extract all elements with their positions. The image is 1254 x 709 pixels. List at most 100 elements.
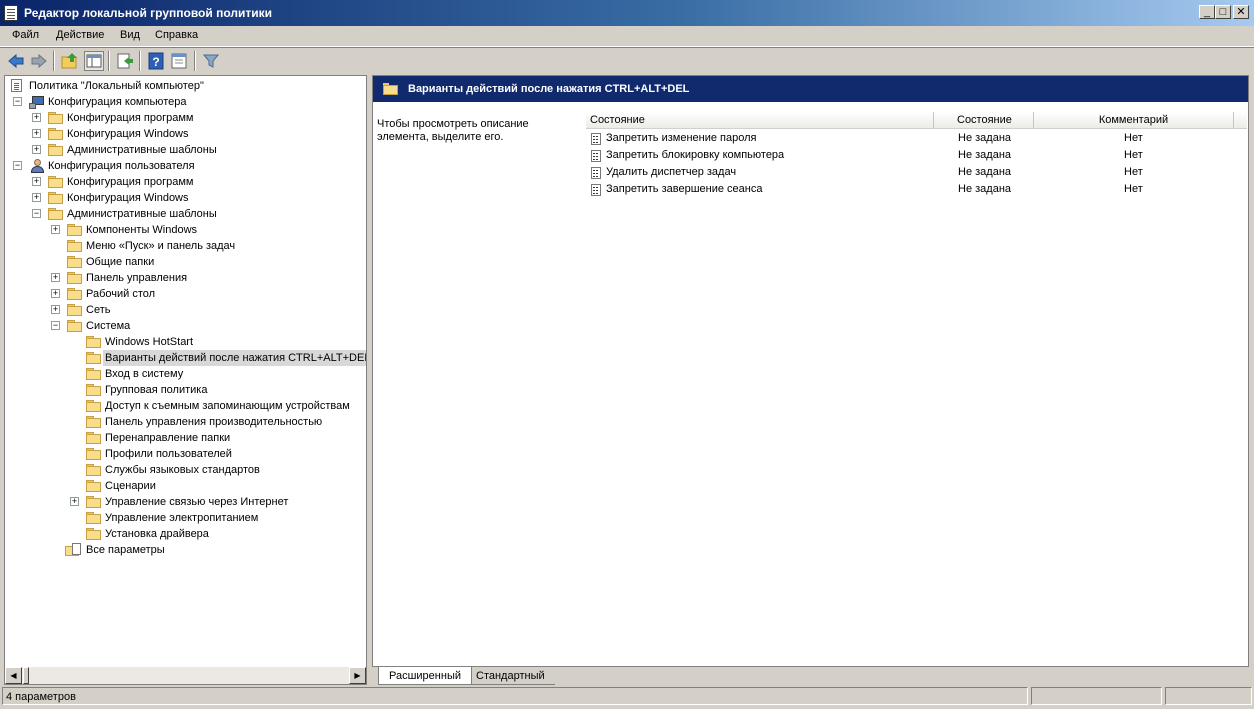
export-icon[interactable] (115, 51, 135, 71)
tree-label: Конфигурация компьютера (48, 96, 187, 108)
table-row[interactable]: Удалить диспетчер задач Не задана Нет (586, 164, 1247, 181)
folder-icon (86, 352, 102, 364)
tree-item-system-child[interactable]: Вход в систему (5, 366, 365, 382)
menu-file[interactable]: Файл (6, 29, 45, 41)
tree-item-root[interactable]: Политика "Локальный компьютер" (5, 78, 365, 94)
tree-item-control-panel[interactable]: + Панель управления (5, 270, 365, 286)
tree-item-uc-programs[interactable]: + Конфигурация программ (5, 174, 365, 190)
menu-action[interactable]: Действие (50, 29, 110, 41)
policy-name: Удалить диспетчер задач (606, 166, 737, 178)
tree-label: Политика "Локальный компьютер" (29, 80, 204, 92)
tab-standard[interactable]: Стандартный (466, 667, 555, 685)
tree-label: Панель управления производительностью (105, 416, 323, 428)
expand-icon[interactable]: + (32, 177, 41, 186)
tree-label: Сеть (86, 304, 111, 316)
toolbar: ? (0, 47, 1254, 74)
policy-setting-icon (591, 184, 601, 196)
help-icon[interactable]: ? (146, 51, 166, 71)
tree-item-system-child[interactable]: Групповая политика (5, 382, 365, 398)
tree-item-shared-folders[interactable]: Общие папки (5, 254, 365, 270)
minimize-button[interactable]: _ (1199, 5, 1215, 19)
scroll-right-icon[interactable]: ▶ (349, 667, 366, 684)
menu-view[interactable]: Вид (114, 29, 146, 41)
tree-item-all-params[interactable]: Все параметры (5, 542, 365, 558)
tree-item-start-menu[interactable]: Меню «Пуск» и панель задач (5, 238, 365, 254)
tree-item-network[interactable]: + Сеть (5, 302, 365, 318)
back-icon[interactable] (6, 51, 26, 71)
expand-icon[interactable]: + (32, 129, 41, 138)
computer-icon (29, 95, 45, 109)
tree-item-windows-components[interactable]: + Компоненты Windows (5, 222, 365, 238)
expand-icon[interactable]: + (70, 497, 79, 506)
up-folder-icon[interactable] (60, 51, 80, 71)
menu-help[interactable]: Справка (149, 29, 204, 41)
properties-icon[interactable] (169, 51, 189, 71)
forward-icon[interactable] (29, 51, 49, 71)
maximize-button[interactable]: □ (1215, 5, 1231, 19)
all-params-icon (65, 543, 81, 557)
scrollbar-thumb[interactable] (23, 667, 29, 684)
tree-item-computer-config[interactable]: − Конфигурация компьютера (5, 94, 365, 110)
table-row[interactable]: Запретить блокировку компьютера Не задан… (586, 147, 1247, 164)
collapse-icon[interactable]: − (13, 97, 22, 106)
show-hide-tree-icon[interactable] (84, 51, 104, 71)
column-header-comment[interactable]: Комментарий (1034, 112, 1234, 129)
tree-item-desktop[interactable]: + Рабочий стол (5, 286, 365, 302)
table-row[interactable]: Запретить изменение пароля Не задана Нет (586, 130, 1247, 147)
tree-item-user-config[interactable]: − Конфигурация пользователя (5, 158, 365, 174)
folder-icon (48, 144, 64, 156)
tree-item-cc-windows[interactable]: + Конфигурация Windows (5, 126, 365, 142)
tree-item-system-child[interactable]: Windows HotStart (5, 334, 365, 350)
tree-item-system[interactable]: − Система (5, 318, 365, 334)
tree-panel: Политика "Локальный компьютер" − Конфигу… (4, 75, 367, 685)
tree-item-system-child[interactable]: + Управление связью через Интернет (5, 494, 365, 510)
tree-item-ctrl-alt-del[interactable]: Варианты действий после нажатия CTRL+ALT… (5, 350, 366, 366)
status-text: 4 параметров (2, 687, 1028, 705)
toolbar-separator (108, 51, 110, 71)
filter-icon[interactable] (201, 51, 221, 71)
expand-icon[interactable]: + (51, 273, 60, 282)
tree-item-system-child[interactable]: Установка драйвера (5, 526, 365, 542)
tree-label: Установка драйвера (105, 528, 209, 540)
tree-label: Вход в систему (105, 368, 184, 380)
tree-item-system-child[interactable]: Панель управления производительностью (5, 414, 365, 430)
close-button[interactable]: ✕ (1233, 5, 1249, 19)
policy-name: Запретить блокировку компьютера (606, 149, 785, 161)
folder-icon (86, 448, 102, 460)
tree-horizontal-scrollbar[interactable]: ◀ ▶ (5, 667, 366, 684)
column-header-state[interactable]: Состояние (934, 112, 1034, 129)
folder-icon (67, 256, 83, 268)
tree-item-uc-admin[interactable]: − Административные шаблоны (5, 206, 365, 222)
expand-icon[interactable]: + (51, 289, 60, 298)
tree-label: Службы языковых стандартов (105, 464, 260, 476)
collapse-icon[interactable]: − (51, 321, 60, 330)
tree-item-system-child[interactable]: Профили пользователей (5, 446, 365, 462)
folder-icon (86, 480, 102, 492)
expand-icon[interactable]: + (32, 193, 41, 202)
tree-item-cc-programs[interactable]: + Конфигурация программ (5, 110, 365, 126)
expand-icon[interactable]: + (32, 113, 41, 122)
policy-comment: Нет (1124, 183, 1143, 195)
expand-icon[interactable]: + (51, 305, 60, 314)
tree-label: Сценарии (105, 480, 156, 492)
collapse-icon[interactable]: − (32, 209, 41, 218)
table-row[interactable]: Запретить завершение сеанса Не задана Не… (586, 181, 1247, 198)
expand-icon[interactable]: + (51, 225, 60, 234)
tree-item-uc-windows[interactable]: + Конфигурация Windows (5, 190, 365, 206)
tree-item-system-child[interactable]: Сценарии (5, 478, 365, 494)
collapse-icon[interactable]: − (13, 161, 22, 170)
tree-item-system-child[interactable]: Управление электропитанием (5, 510, 365, 526)
expand-icon[interactable]: + (32, 145, 41, 154)
folder-icon (86, 496, 102, 508)
column-header-name[interactable]: Состояние (586, 112, 934, 129)
tree-item-system-child[interactable]: Доступ к съемным запоминающим устройства… (5, 398, 365, 414)
scroll-left-icon[interactable]: ◀ (5, 667, 22, 684)
policy-comment: Нет (1124, 166, 1143, 178)
tab-extended[interactable]: Расширенный (378, 667, 472, 685)
folder-icon (67, 240, 83, 252)
folder-icon (86, 512, 102, 524)
tree-item-system-child[interactable]: Перенаправление папки (5, 430, 365, 446)
tree-item-cc-admin[interactable]: + Административные шаблоны (5, 142, 365, 158)
tree-item-system-child[interactable]: Службы языковых стандартов (5, 462, 365, 478)
policy-doc-icon (11, 79, 22, 92)
